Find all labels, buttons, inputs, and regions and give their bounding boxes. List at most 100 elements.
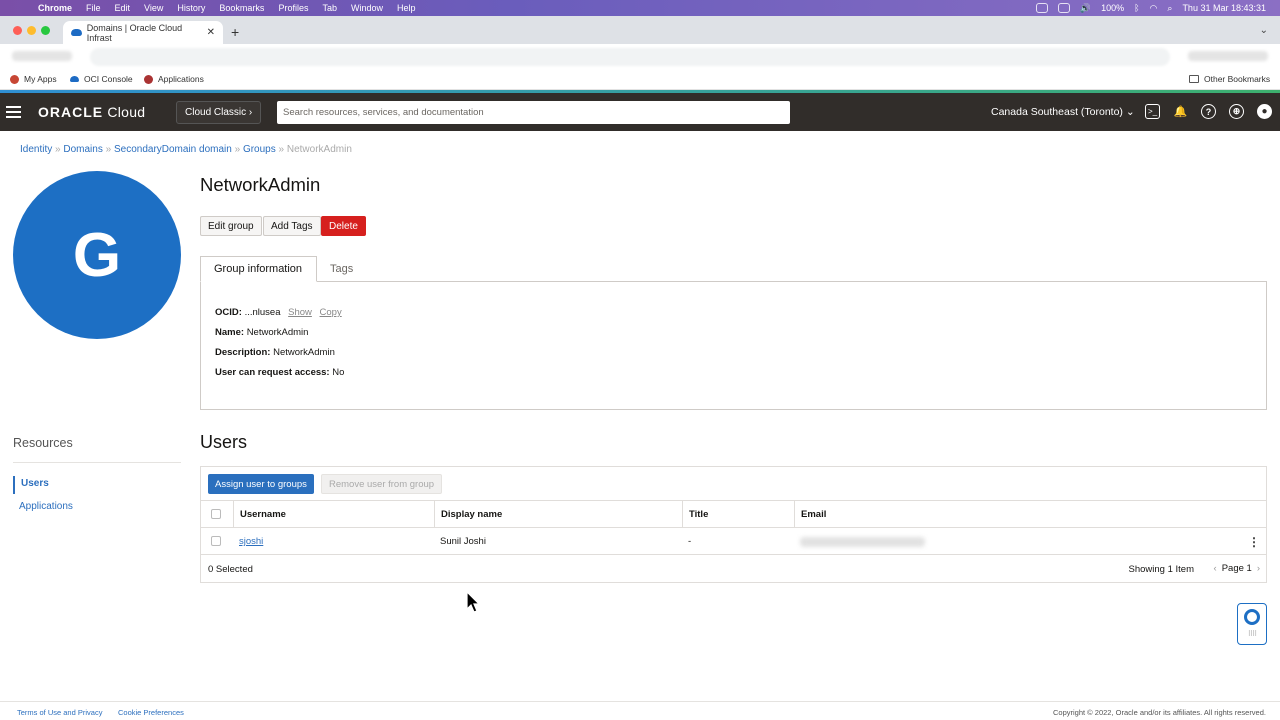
menu-bookmarks[interactable]: Bookmarks (219, 3, 264, 13)
row-checkbox[interactable] (211, 536, 221, 546)
row-actions-kebab-icon[interactable]: ⋮ (1248, 535, 1260, 549)
cloud-shell-icon[interactable]: >_ (1145, 104, 1160, 119)
ocid-show-link[interactable]: Show (288, 307, 312, 318)
chevron-down-icon: ⌄ (1125, 106, 1135, 118)
folder-icon (1189, 75, 1199, 83)
notifications-bell-icon[interactable]: 🔔 (1173, 104, 1188, 119)
selected-count: 0 Selected (208, 564, 253, 575)
add-tags-button[interactable]: Add Tags (263, 216, 321, 236)
ocid-copy-link[interactable]: Copy (320, 307, 342, 318)
cloud-classic-button[interactable]: Cloud Classic › (176, 101, 262, 124)
name-label: Name: (215, 327, 245, 338)
tab-group-information[interactable]: Group information (200, 256, 317, 282)
copyright-text: Copyright © 2022, Oracle and/or its affi… (1053, 708, 1266, 717)
edit-group-button[interactable]: Edit group (200, 216, 262, 236)
nav-buttons-blurred[interactable] (12, 51, 72, 61)
menu-edit[interactable]: Edit (115, 3, 131, 13)
window-close-icon[interactable] (13, 26, 22, 35)
users-table-panel: Assign user to groups Remove user from g… (200, 466, 1267, 583)
breadcrumb-domains[interactable]: Domains (63, 144, 102, 155)
chevron-right-icon: › (248, 107, 253, 118)
remove-user-button[interactable]: Remove user from group (321, 474, 443, 494)
next-page-icon[interactable]: › (1257, 563, 1260, 574)
breadcrumb-separator: » (55, 144, 61, 155)
hamburger-menu-icon[interactable] (6, 106, 21, 121)
request-access-row: User can request access: No (215, 367, 344, 378)
ocid-value: ...nlusea (244, 307, 281, 318)
menu-tab[interactable]: Tab (322, 3, 337, 13)
applications-icon (144, 74, 153, 84)
menu-app-name[interactable]: Chrome (38, 3, 72, 13)
resources-item-users[interactable]: Users (13, 476, 49, 494)
delete-button[interactable]: Delete (321, 216, 366, 236)
extensions-blurred[interactable] (1188, 51, 1268, 61)
drag-dots-icon[interactable]: ⠿⠿ (1248, 630, 1257, 638)
column-display-name[interactable]: Display name (434, 501, 682, 528)
region-selector[interactable]: Canada Southeast (Toronto) ⌄ (991, 106, 1135, 118)
resources-item-applications[interactable]: Applications (13, 501, 73, 512)
select-all-checkbox[interactable] (211, 509, 221, 519)
tab-search-chevron-icon[interactable]: ⌄ (1260, 25, 1268, 36)
tab-tags[interactable]: Tags (317, 256, 366, 282)
bookmark-label: OCI Console (84, 74, 133, 84)
table-row: sjoshi Sunil Joshi - ⋮ (201, 528, 1266, 555)
bluetooth-icon[interactable]: ᛒ (1134, 3, 1139, 13)
new-tab-icon[interactable]: + (231, 24, 239, 40)
my-apps-icon (10, 74, 19, 84)
help-widget[interactable]: ⠿⠿ (1237, 603, 1267, 645)
status-tray-icon[interactable] (1035, 3, 1048, 13)
bookmark-oci-console[interactable]: OCI Console (70, 74, 133, 84)
ocid-row: OCID: ...nlusea Show Copy (215, 307, 342, 318)
cell-username: sjoshi (233, 528, 263, 555)
window-zoom-icon[interactable] (41, 26, 50, 35)
bookmark-my-apps[interactable]: My Apps (10, 74, 57, 84)
menu-profiles[interactable]: Profiles (278, 3, 308, 13)
clock[interactable]: Thu 31 Mar 18:43:31 (1182, 3, 1266, 13)
search-input[interactable] (277, 101, 790, 124)
oracle-cloud-logo[interactable]: ORACLE Cloud (38, 104, 145, 120)
column-email[interactable]: Email (794, 501, 1266, 528)
browser-tab-active[interactable]: Domains | Oracle Cloud Infrast ✕ (63, 21, 223, 44)
profile-avatar-icon[interactable]: ● (1257, 104, 1272, 119)
page-label: Page 1 (1221, 563, 1252, 574)
previous-page-icon[interactable]: ‹ (1214, 563, 1217, 574)
breadcrumb-identity[interactable]: Identity (20, 144, 52, 155)
menu-help[interactable]: Help (397, 3, 416, 13)
column-title[interactable]: Title (682, 501, 794, 528)
group-information-panel: OCID: ...nlusea Show Copy Name: NetworkA… (200, 281, 1267, 410)
cookie-preferences-link[interactable]: Cookie Preferences (118, 708, 184, 717)
breadcrumb: Identity » Domains » SecondaryDomain dom… (20, 144, 352, 155)
username-link[interactable]: sjoshi (239, 536, 263, 547)
column-username[interactable]: Username (233, 501, 434, 528)
bookmark-label: Other Bookmarks (1204, 74, 1271, 84)
breadcrumb-domain[interactable]: SecondaryDomain domain (114, 144, 232, 155)
detail-tabs: Group information Tags (200, 256, 1267, 282)
wifi-icon[interactable]: ◠ (1150, 3, 1158, 14)
bookmark-applications[interactable]: Applications (144, 74, 204, 84)
menu-view[interactable]: View (144, 3, 163, 13)
assign-user-button[interactable]: Assign user to groups (208, 474, 314, 494)
group-avatar: G (13, 171, 181, 339)
bookmark-other[interactable]: Other Bookmarks (1189, 74, 1270, 84)
menu-window[interactable]: Window (351, 3, 383, 13)
lifebuoy-icon (1244, 609, 1260, 625)
table-header: Username Display name Title Email (201, 500, 1266, 528)
help-icon[interactable]: ? (1201, 104, 1216, 119)
menu-file[interactable]: File (86, 3, 101, 13)
tab-close-icon[interactable]: ✕ (207, 27, 215, 38)
region-label: Canada Southeast (Toronto) (991, 106, 1123, 118)
address-bar-blurred[interactable] (90, 48, 1170, 66)
language-globe-icon[interactable]: ⊕ (1229, 104, 1244, 119)
request-access-value: No (332, 367, 345, 378)
screen-icon[interactable] (1057, 3, 1070, 13)
name-value: NetworkAdmin (246, 327, 309, 338)
battery-label: 100% (1101, 3, 1125, 13)
resources-divider (13, 462, 181, 463)
window-minimize-icon[interactable] (27, 26, 36, 35)
volume-icon[interactable]: 🔊 (1080, 3, 1091, 14)
menu-history[interactable]: History (177, 3, 205, 13)
spotlight-icon[interactable]: ⌕ (1167, 3, 1172, 14)
breadcrumb-groups[interactable]: Groups (243, 144, 276, 155)
terms-link[interactable]: Terms of Use and Privacy (17, 708, 102, 717)
email-blurred (800, 536, 925, 547)
